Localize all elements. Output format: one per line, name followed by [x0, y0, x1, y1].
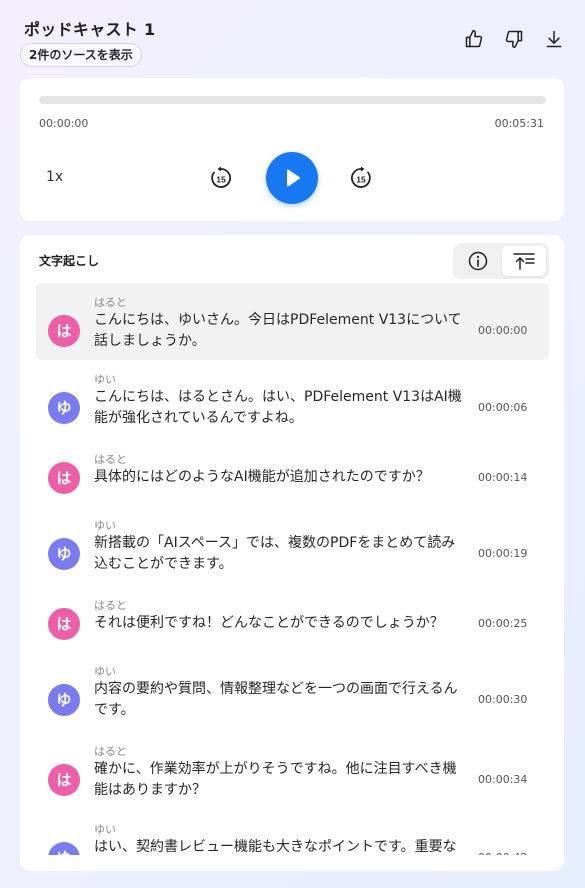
- transcript-entry[interactable]: ゆ ゆいはい、契約書レビュー機能も大きなポイントです。重要な 00:00:42: [36, 819, 549, 855]
- speaker-name: ゆい: [94, 373, 116, 386]
- speaker-avatar: は: [48, 461, 80, 494]
- thumbs-down-icon[interactable]: [503, 28, 525, 50]
- timestamp[interactable]: 00:00:42: [478, 851, 527, 855]
- header-actions: [463, 28, 565, 50]
- speaker-name: はると: [94, 453, 127, 466]
- speaker-name: はると: [94, 745, 127, 758]
- transcript-entry[interactable]: は はるとそれは便利ですね！どんなことができるのでしょうか？ 00:00:25: [36, 595, 549, 651]
- thumbs-up-icon[interactable]: [463, 28, 485, 50]
- transcript-panel: 文字起こし ははると こんにちは、ゆいさん。今日はPDFelement V13につ…: [20, 235, 564, 871]
- timestamp[interactable]: 00:00:06: [478, 401, 527, 414]
- speaker-avatar: は: [48, 764, 80, 796]
- transcript-list: ははると こんにちは、ゆいさん。今日はPDFelement V13について話しまし…: [20, 283, 564, 855]
- page-title: ポッドキャスト 1: [24, 20, 156, 39]
- transcript-text: 確かに、作業効率が上がりそうですね。他に注目すべき機能はありますか？: [94, 761, 457, 798]
- podcast-header: ポッドキャスト 1 2件のソースを表示: [20, 14, 565, 70]
- transcript-entry[interactable]: ゆ ゆい新搭載の「AIスペース」では、複数のPDFをまとめて読み込むことができます…: [36, 515, 549, 585]
- transcript-entry[interactable]: ゆ ゆい内容の要約や質問、情報整理などを一つの画面で行えるんです。 00:00:30: [36, 661, 549, 731]
- play-button[interactable]: [266, 152, 318, 204]
- transcript-view-toggle: [453, 243, 549, 279]
- speaker-name: ゆい: [94, 519, 116, 532]
- timestamp[interactable]: 00:00:14: [478, 471, 527, 484]
- speaker-name: ゆい: [94, 665, 116, 678]
- speaker-avatar: ゆ: [48, 842, 80, 855]
- playback-speed-button[interactable]: 1x: [46, 169, 63, 185]
- current-time: 00:00:00: [39, 117, 89, 130]
- transcript-text: 新搭載の「AIスペース」では、複数のPDFをまとめて読み込むことができます。: [94, 535, 456, 572]
- transcript-entry[interactable]: は はると具体的にはどのようなAI機能が追加されたのですか？ 00:00:14: [36, 449, 549, 505]
- timestamp[interactable]: 00:00:25: [478, 617, 527, 630]
- speaker-name: はると: [94, 599, 127, 612]
- transcript-entry[interactable]: は はるとこんにちは、ゆいさん。今日はPDFelement V13について話しまし…: [36, 283, 549, 360]
- skip-back-label: 15: [216, 175, 226, 185]
- timestamp[interactable]: 00:00:19: [478, 547, 527, 560]
- progress-bar[interactable]: [39, 96, 546, 104]
- show-sources-button[interactable]: 2件のソースを表示: [20, 43, 142, 67]
- download-icon[interactable]: [543, 28, 565, 50]
- info-icon[interactable]: [456, 246, 500, 276]
- speaker-name: ゆい: [94, 823, 116, 836]
- transcript-text: こんにちは、ゆいさん。今日はPDFelement V13について話しましょうか。: [94, 312, 462, 349]
- transcript-text: はい、契約書レビュー機能も大きなポイントです。重要な: [94, 839, 457, 855]
- timestamp[interactable]: 00:00:30: [478, 693, 527, 706]
- transcript-entry[interactable]: は はると確かに、作業効率が上がりそうですね。他に注目すべき機能はありますか？ 00…: [36, 741, 549, 811]
- speaker-name: はると: [94, 296, 127, 309]
- timestamp[interactable]: 00:00:34: [478, 773, 527, 786]
- speaker-avatar: ゆ: [48, 684, 80, 716]
- transcript-entry[interactable]: ゆ ゆいこんにちは、はるとさん。はい、PDFelement V13はAI機能が強化…: [36, 369, 549, 439]
- audio-player: 00:00:00 00:05:31 1x 15 15: [20, 78, 564, 221]
- transcript-text: こんにちは、はるとさん。はい、PDFelement V13はAI機能が強化されて…: [94, 389, 462, 426]
- skip-forward-label: 15: [356, 175, 366, 185]
- speaker-avatar: は: [48, 607, 80, 640]
- total-time: 00:05:31: [494, 117, 544, 130]
- transcript-title: 文字起こし: [39, 254, 100, 268]
- skip-back-15-icon[interactable]: 15: [208, 165, 234, 191]
- play-icon: [287, 169, 301, 187]
- skip-forward-15-icon[interactable]: 15: [348, 165, 374, 191]
- speaker-avatar: ゆ: [48, 538, 80, 570]
- transcript-text: 内容の要約や質問、情報整理などを一つの画面で行えるんです。: [94, 681, 458, 718]
- transcript-text: それは便利ですね！どんなことができるのでしょうか？: [94, 615, 444, 631]
- speaker-avatar: は: [48, 315, 80, 347]
- speaker-avatar: ゆ: [48, 392, 80, 424]
- scroll-to-top-icon[interactable]: [502, 246, 546, 276]
- transcript-text: 具体的にはどのようなAI機能が追加されたのですか？: [94, 469, 430, 485]
- timestamp[interactable]: 00:00:00: [478, 324, 527, 337]
